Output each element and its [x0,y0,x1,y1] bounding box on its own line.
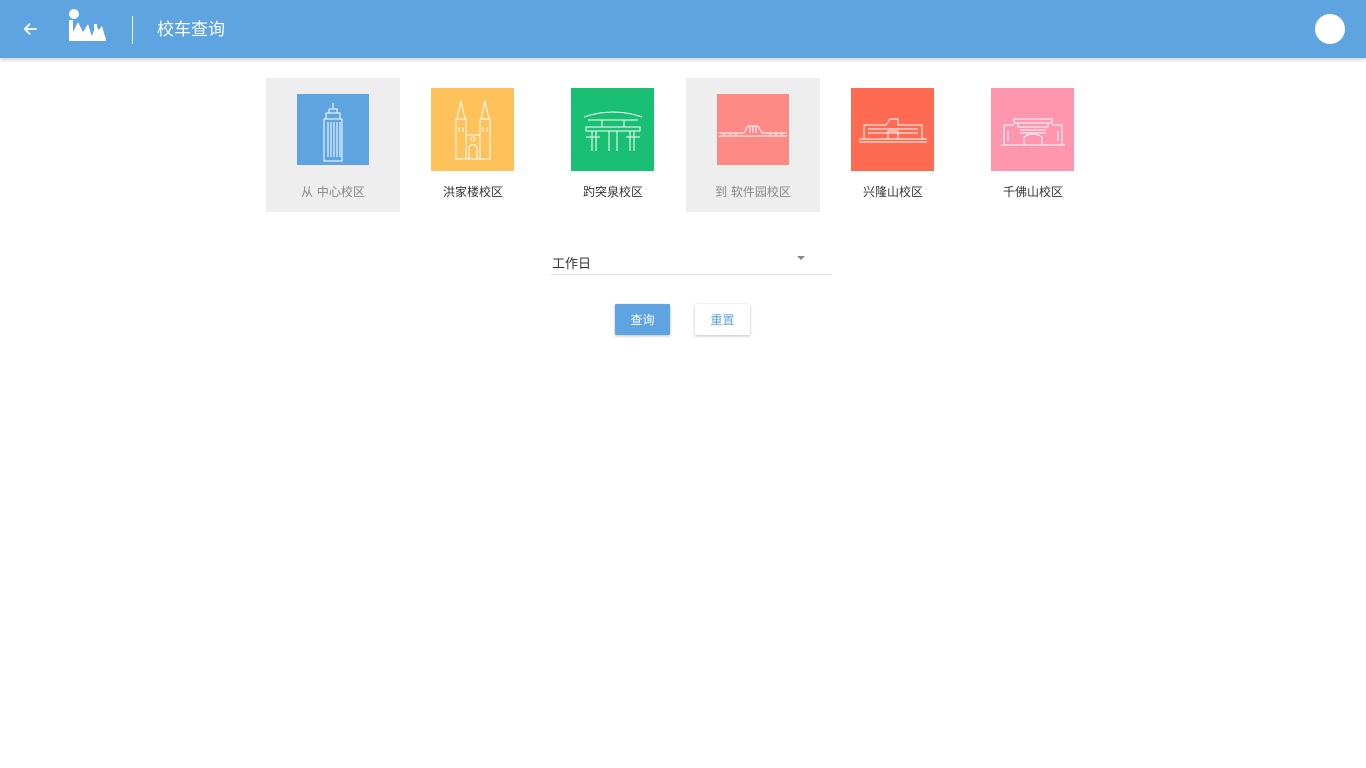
campus-tile [717,94,789,165]
archway-gate-icon [583,111,642,151]
university-logo-icon [66,8,108,44]
wide-hall-icon [858,118,927,142]
cathedral-icon [455,100,490,159]
caret-down-icon [797,256,805,260]
campus-item-qianfoshan[interactable]: 千佛山校区 [966,78,1100,212]
campus-item-xinglongshan[interactable]: 兴隆山校区 [826,78,960,212]
campus-name: 洪家楼校区 [442,185,503,199]
campus-prefix: 到 [715,185,728,199]
campus-selector: 从 中心校区 洪家楼校区 趵突泉校区 到 软件园校区 兴隆山校区 千佛山校区 [266,78,1106,212]
reset-button[interactable]: 重置 [695,304,750,335]
low-building-icon [719,125,787,136]
query-button[interactable]: 查询 [615,304,670,335]
back-button[interactable] [18,17,42,41]
user-avatar-icon[interactable] [1315,14,1345,44]
campus-tile [297,94,369,165]
arrow-left-icon [23,23,37,35]
campus-tile [431,88,514,171]
page-title: 校车查询 [157,20,225,40]
header-divider [132,16,133,44]
tower-building-icon [323,102,343,161]
day-type-select[interactable]: 工作日 [551,248,832,275]
campus-name: 兴隆山校区 [862,185,923,199]
campus-tile [991,88,1074,171]
campus-tile [571,88,654,171]
campus-name: 中心校区 [316,185,365,199]
campus-item-ruanjianyuan[interactable]: 到 软件园校区 [686,78,820,212]
campus-prefix: 从 [301,185,314,199]
campus-item-baotuquan[interactable]: 趵突泉校区 [546,78,680,212]
campus-name: 软件园校区 [730,185,791,199]
day-type-value: 工作日 [552,257,592,272]
campus-item-hongjialou[interactable]: 洪家楼校区 [406,78,540,212]
campus-item-zhongxin[interactable]: 从 中心校区 [266,78,400,212]
campus-name: 千佛山校区 [1002,185,1063,199]
campus-tile [851,88,934,171]
top-app-bar: 校车查询 [0,0,1366,58]
modern-building-icon [1000,118,1065,145]
campus-name: 趵突泉校区 [582,185,643,199]
